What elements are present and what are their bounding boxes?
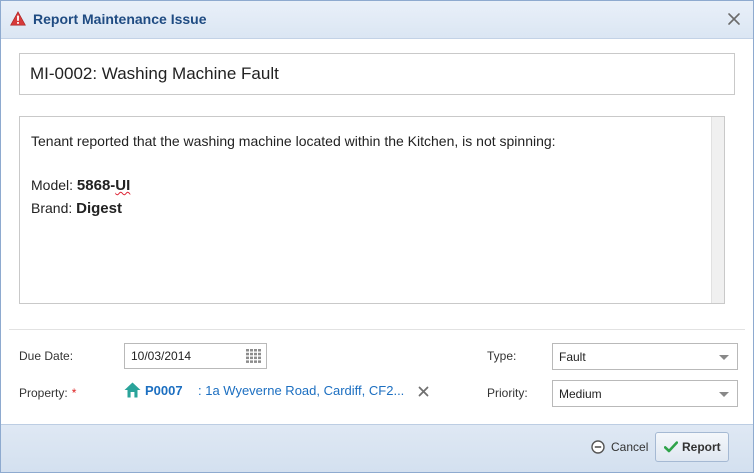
description-intro: Tenant reported that the washing machine… [31,133,556,149]
due-date-input[interactable]: 10/03/2014 [124,343,267,369]
cancel-label: Cancel [611,440,649,454]
priority-value: Medium [559,387,602,401]
description-scrollbar[interactable] [711,117,724,303]
section-divider [9,329,745,330]
priority-label: Priority: [487,386,528,400]
report-button[interactable]: Report [655,432,729,462]
chevron-down-icon [719,355,729,360]
due-date-label: Due Date: [19,349,74,363]
dialog-footer: Cancel Report [1,424,753,472]
brand-label: Brand: [31,200,77,216]
description-brand-line: Brand: Digest [31,197,711,220]
subject-input[interactable]: MI-0002: Washing Machine Fault [19,53,735,95]
dialog-body: MI-0002: Washing Machine Fault Tenant re… [9,39,745,424]
model-value-misspelled: UI [115,177,131,194]
report-maintenance-dialog: Report Maintenance Issue MI-0002: Washin… [0,0,754,473]
description-editor[interactable]: Tenant reported that the washing machine… [19,116,725,304]
dialog-title: Report Maintenance Issue [33,11,207,27]
due-date-value: 10/03/2014 [131,349,192,363]
calendar-icon[interactable] [246,349,261,363]
required-marker: * [71,386,77,400]
description-content: Tenant reported that the washing machine… [31,130,711,220]
type-label: Type: [487,349,517,363]
property-code: P0007 [145,383,183,398]
property-label: Property: * [19,386,77,400]
dialog-titlebar: Report Maintenance Issue [1,1,753,39]
property-address: : 1a Wyeverne Road, Cardiff, CF2... [198,383,405,398]
clear-icon[interactable] [417,385,430,398]
priority-select[interactable]: Medium [552,380,738,407]
close-icon[interactable] [725,10,743,28]
type-value: Fault [559,350,586,364]
description-model-line: Model: 5868-UI [31,174,711,197]
brand-value: Digest [76,200,122,217]
model-value: 5868-UI [76,177,131,194]
model-label: Model: [31,177,77,193]
type-select[interactable]: Fault [552,343,738,370]
checkmark-icon [664,441,678,453]
warning-triangle-icon [10,11,26,26]
minus-circle-icon [591,440,605,454]
chevron-down-icon [719,392,729,397]
home-icon [124,382,141,398]
report-label: Report [682,440,721,454]
